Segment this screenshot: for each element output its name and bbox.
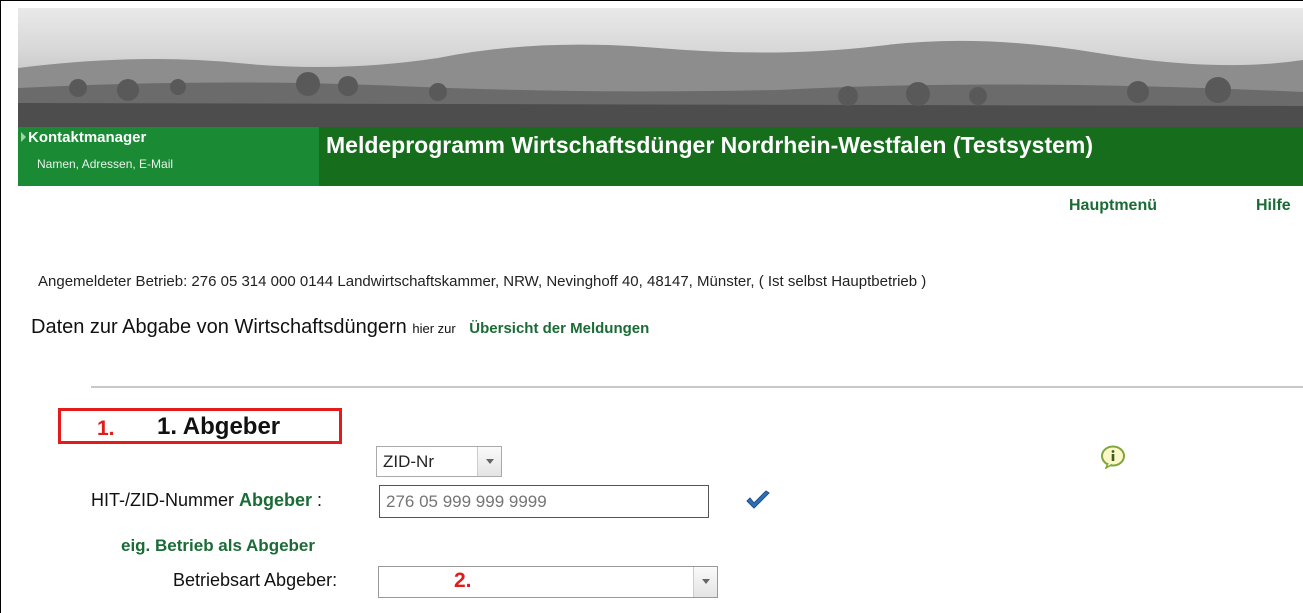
page-heading: Daten zur Abgabe von Wirtschaftsdüngern …: [31, 316, 649, 339]
kontaktmanager-panel[interactable]: Kontaktmanager Namen, Adressen, E-Mail: [18, 127, 319, 186]
betriebsart-label: Betriebsart Abgeber:: [173, 570, 338, 590]
nav-hilfe[interactable]: Hilfe: [1256, 197, 1291, 215]
page-heading-text: Daten zur Abgabe von Wirtschaftsdüngern: [31, 316, 407, 338]
logged-in-company-info: Angemeldeter Betrieb: 276 05 314 000 014…: [38, 273, 927, 290]
chevron-down-icon[interactable]: [693, 567, 717, 597]
id-type-select[interactable]: ZID-Nr: [376, 446, 502, 477]
divider: [91, 386, 1303, 388]
betriebsart-select[interactable]: 2.: [378, 566, 718, 598]
hit-label-text: HIT-/ZID-Nummer: [91, 490, 234, 510]
id-type-value: ZID-Nr: [383, 452, 434, 471]
program-titlebar: Meldeprogramm Wirtschaftsdünger Nordrhei…: [319, 127, 1303, 186]
hit-label-abgeber: Abgeber: [239, 490, 313, 510]
checkmark-icon[interactable]: [745, 490, 771, 512]
chevron-down-icon[interactable]: [477, 447, 501, 476]
arrow-right-icon: [21, 132, 26, 142]
program-title: Meldeprogramm Wirtschaftsdünger Nordrhei…: [326, 132, 1094, 158]
section-title-abgeber: 1. Abgeber: [157, 413, 281, 440]
hit-number-label: HIT-/ZID-Nummer Abgeber :: [91, 490, 322, 511]
annotation-number-2: 2.: [454, 569, 472, 592]
hit-label-colon: :: [317, 490, 323, 510]
nav-hauptmenu[interactable]: Hauptmenü: [1069, 197, 1157, 215]
heading-hint: hier zur: [412, 321, 456, 336]
annotation-box-1: 1. 1. Abgeber: [58, 408, 342, 444]
kontaktmanager-title[interactable]: Kontaktmanager: [28, 129, 146, 146]
hit-number-input[interactable]: [379, 485, 709, 518]
info-icon[interactable]: [1100, 445, 1126, 469]
landscape-banner: [18, 8, 1303, 127]
landscape-image: [18, 40, 1303, 127]
kontaktmanager-subtitle: Namen, Adressen, E-Mail: [37, 157, 174, 171]
overview-link[interactable]: Übersicht der Meldungen: [469, 320, 649, 337]
annotation-number-1: 1.: [97, 417, 115, 440]
own-company-as-abgeber-link[interactable]: eig. Betrieb als Abgeber: [121, 536, 315, 556]
